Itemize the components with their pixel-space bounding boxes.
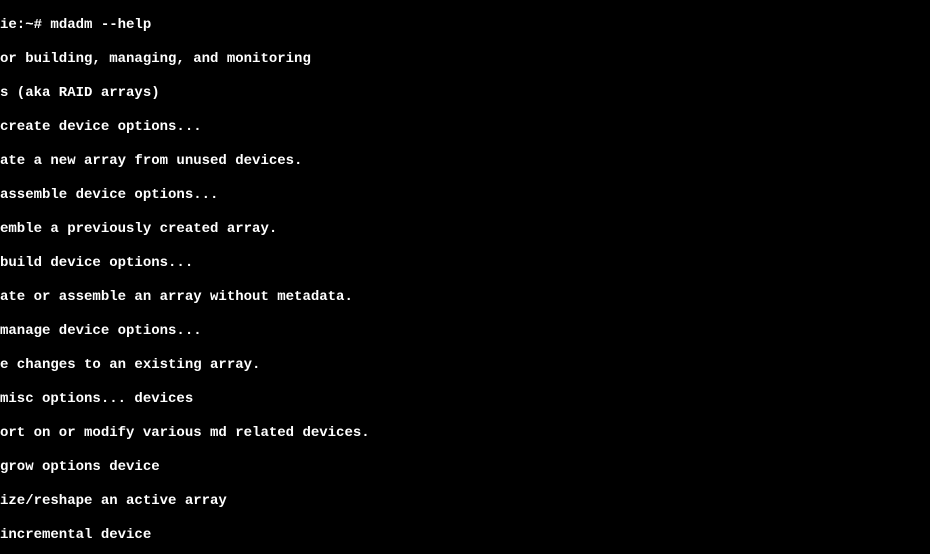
- output-line: or building, managing, and monitoring: [0, 51, 930, 68]
- output-line: ate or assemble an array without metadat…: [0, 289, 930, 306]
- output-line: s (aka RAID arrays): [0, 85, 930, 102]
- output-line: manage device options...: [0, 323, 930, 340]
- output-line: ort on or modify various md related devi…: [0, 425, 930, 442]
- output-line: ate a new array from unused devices.: [0, 153, 930, 170]
- shell-prompt: ie:~#: [0, 17, 50, 33]
- output-line: grow options device: [0, 459, 930, 476]
- output-line: e changes to an existing array.: [0, 357, 930, 374]
- prompt-line: ie:~# mdadm --help: [0, 17, 930, 34]
- output-line: misc options... devices: [0, 391, 930, 408]
- output-line: assemble device options...: [0, 187, 930, 204]
- output-line: build device options...: [0, 255, 930, 272]
- command-text: mdadm --help: [50, 17, 151, 33]
- terminal-output[interactable]: ie:~# mdadm --help or building, managing…: [0, 0, 930, 554]
- output-line: incremental device: [0, 527, 930, 544]
- output-line: emble a previously created array.: [0, 221, 930, 238]
- output-line: create device options...: [0, 119, 930, 136]
- output-line: ize/reshape an active array: [0, 493, 930, 510]
